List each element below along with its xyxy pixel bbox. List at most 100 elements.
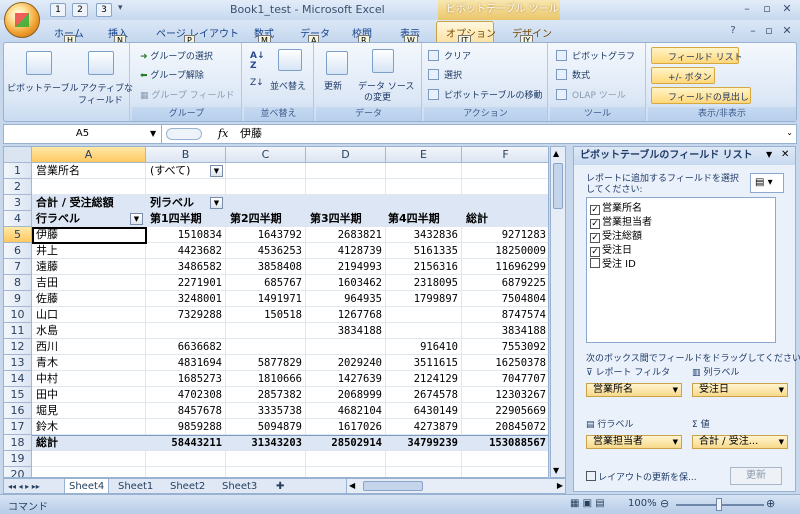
value-cell[interactable]: 9271283 [462, 227, 548, 243]
row-header-12[interactable]: 12 [4, 339, 32, 355]
chevron-down-icon[interactable]: ▼ [150, 125, 156, 143]
value-cell[interactable]: 8457678 [146, 403, 224, 419]
filter-label[interactable]: 営業所名 [36, 163, 80, 179]
ribbon-restore-button[interactable]: ▫ [760, 24, 778, 39]
row-header-10[interactable]: 10 [4, 307, 32, 323]
value-cell[interactable]: 1603462 [306, 275, 384, 291]
sheet-nav-icons[interactable]: ◂◂ ◂ ▸ ▸▸ [4, 479, 44, 494]
pivottable-button[interactable]: ピボットテーブル [7, 81, 78, 94]
value-cell[interactable]: 1810666 [226, 371, 304, 387]
value-cell[interactable]: 1427639 [306, 371, 384, 387]
row-header-11[interactable]: 11 [4, 323, 32, 339]
sort-za-icon[interactable]: Z↓ [250, 78, 264, 88]
tab-page-layout[interactable]: ページ レイアウト [156, 25, 239, 40]
scroll-up-icon[interactable]: ▲ [553, 149, 559, 158]
value-cell[interactable]: 153088567 [462, 435, 548, 451]
row-header-5[interactable]: 5 [4, 227, 32, 243]
value-cell[interactable]: 4702308 [146, 387, 224, 403]
row-label-cell[interactable]: 水島 [36, 323, 144, 339]
filter-area-item[interactable]: 営業所名 ▼ [586, 383, 682, 397]
scroll-left-icon[interactable]: ◀ [349, 481, 355, 490]
select-button[interactable]: 選択 [444, 68, 462, 81]
sheet-tab-sheet2[interactable]: Sheet2 [166, 479, 209, 494]
row-label-cell[interactable]: 堀見 [36, 403, 144, 419]
row-header-2[interactable]: 2 [4, 179, 32, 195]
zoom-level[interactable]: 100% [628, 498, 657, 509]
value-area-item[interactable]: 合計 / 受注... ▼ [692, 435, 788, 449]
row-label-cell[interactable]: 山口 [36, 307, 144, 323]
row-header-19[interactable]: 19 [4, 451, 32, 467]
header-q4[interactable]: 第4四半期 [388, 211, 440, 227]
value-cell[interactable]: 2029240 [306, 355, 384, 371]
value-cell[interactable]: 1491971 [226, 291, 304, 307]
group-field-button[interactable]: ▦ グループ フィールド [140, 88, 235, 101]
group-select-button[interactable]: ➜ グループの選択 [140, 49, 213, 62]
row-header-20[interactable]: 20 [4, 467, 32, 477]
value-cell[interactable]: 6430149 [386, 403, 460, 419]
row-header-1[interactable]: 1 [4, 163, 32, 179]
olap-button[interactable]: OLAP ツール [572, 88, 626, 101]
value-cell[interactable]: 1685273 [146, 371, 224, 387]
row-header-7[interactable]: 7 [4, 259, 32, 275]
pane-menu-icon[interactable]: ▼ [766, 150, 772, 159]
formula-expand-icon[interactable]: ⌄ [786, 128, 793, 137]
col-header-f[interactable]: F [462, 147, 548, 163]
minimize-button[interactable]: – [738, 2, 756, 17]
col-header-a[interactable]: A [32, 147, 146, 163]
fx-icon[interactable]: fx [218, 125, 228, 143]
row-label-cell[interactable]: 遠藤 [36, 259, 144, 275]
field-item[interactable]: ✓ 営業担当者 [590, 216, 652, 230]
value-cell[interactable]: 1510834 [146, 227, 224, 243]
value-cell[interactable]: 5877829 [226, 355, 304, 371]
header-total[interactable]: 総計 [466, 211, 488, 227]
value-cell[interactable]: 34799239 [386, 435, 460, 451]
value-cell[interactable]: 3248001 [146, 291, 224, 307]
sheet-tab-sheet1[interactable]: Sheet1 [114, 479, 157, 494]
row-header-8[interactable]: 8 [4, 275, 32, 291]
col-header-b[interactable]: B [146, 147, 226, 163]
column-labels-dropdown-icon[interactable]: ▼ [210, 197, 223, 209]
value-cell[interactable] [306, 339, 384, 355]
scroll-right-icon[interactable]: ▶ [557, 481, 563, 490]
vertical-scroll-thumb[interactable] [553, 163, 563, 209]
value-cell[interactable]: 58443211 [146, 435, 224, 451]
qat-undo-icon[interactable]: 2 [72, 3, 88, 17]
row-label-cell[interactable]: 田中 [36, 387, 144, 403]
value-cell[interactable]: 5161335 [386, 243, 460, 259]
value-cell[interactable] [146, 323, 224, 339]
value-cell[interactable]: 5094879 [226, 419, 304, 435]
field-item[interactable]: 受注 ID [590, 258, 636, 272]
headers-toggle[interactable]: フィールドの見出し [651, 87, 751, 104]
row-header-4[interactable]: 4 [4, 211, 32, 227]
field-checkbox[interactable] [590, 258, 600, 268]
value-cell[interactable]: 2857382 [226, 387, 304, 403]
formula-button[interactable]: 数式 [572, 68, 590, 81]
name-box[interactable]: A5 [4, 125, 162, 143]
value-cell[interactable]: 6636682 [146, 339, 224, 355]
sort-az-icon[interactable]: A↓ Z [250, 51, 265, 71]
help-icon[interactable]: ? [724, 24, 742, 39]
field-checkbox[interactable]: ✓ [590, 247, 600, 257]
value-cell[interactable]: 4536253 [226, 243, 304, 259]
insert-sheet-icon[interactable]: ✚ [272, 479, 288, 494]
office-button[interactable] [4, 2, 40, 38]
header-q3[interactable]: 第3四半期 [310, 211, 362, 227]
row-labels-header[interactable]: 行ラベル [36, 211, 80, 227]
horizontal-scrollbar[interactable]: ◀ ▶ [346, 478, 566, 494]
value-cell[interactable]: 964935 [306, 291, 384, 307]
row-label-cell[interactable]: 佐藤 [36, 291, 144, 307]
ungroup-button[interactable]: ⬅ グループ解除 [140, 68, 204, 81]
value-cell[interactable]: 4682104 [306, 403, 384, 419]
filter-value[interactable]: (すべて) [150, 163, 190, 179]
ribbon-close-button[interactable]: ✕ [778, 24, 796, 39]
sheet-tab-sheet3[interactable]: Sheet3 [218, 479, 261, 494]
value-cell[interactable]: 3511615 [386, 355, 460, 371]
value-cell[interactable]: 2271901 [146, 275, 224, 291]
header-q2[interactable]: 第2四半期 [230, 211, 282, 227]
value-cell[interactable]: 18250009 [462, 243, 548, 259]
value-cell[interactable]: 20845072 [462, 419, 548, 435]
value-cell[interactable]: 2683821 [306, 227, 384, 243]
value-cell[interactable]: 3858408 [226, 259, 304, 275]
change-source-label-2[interactable]: の変更 [364, 90, 391, 103]
col-header-d[interactable]: D [306, 147, 386, 163]
